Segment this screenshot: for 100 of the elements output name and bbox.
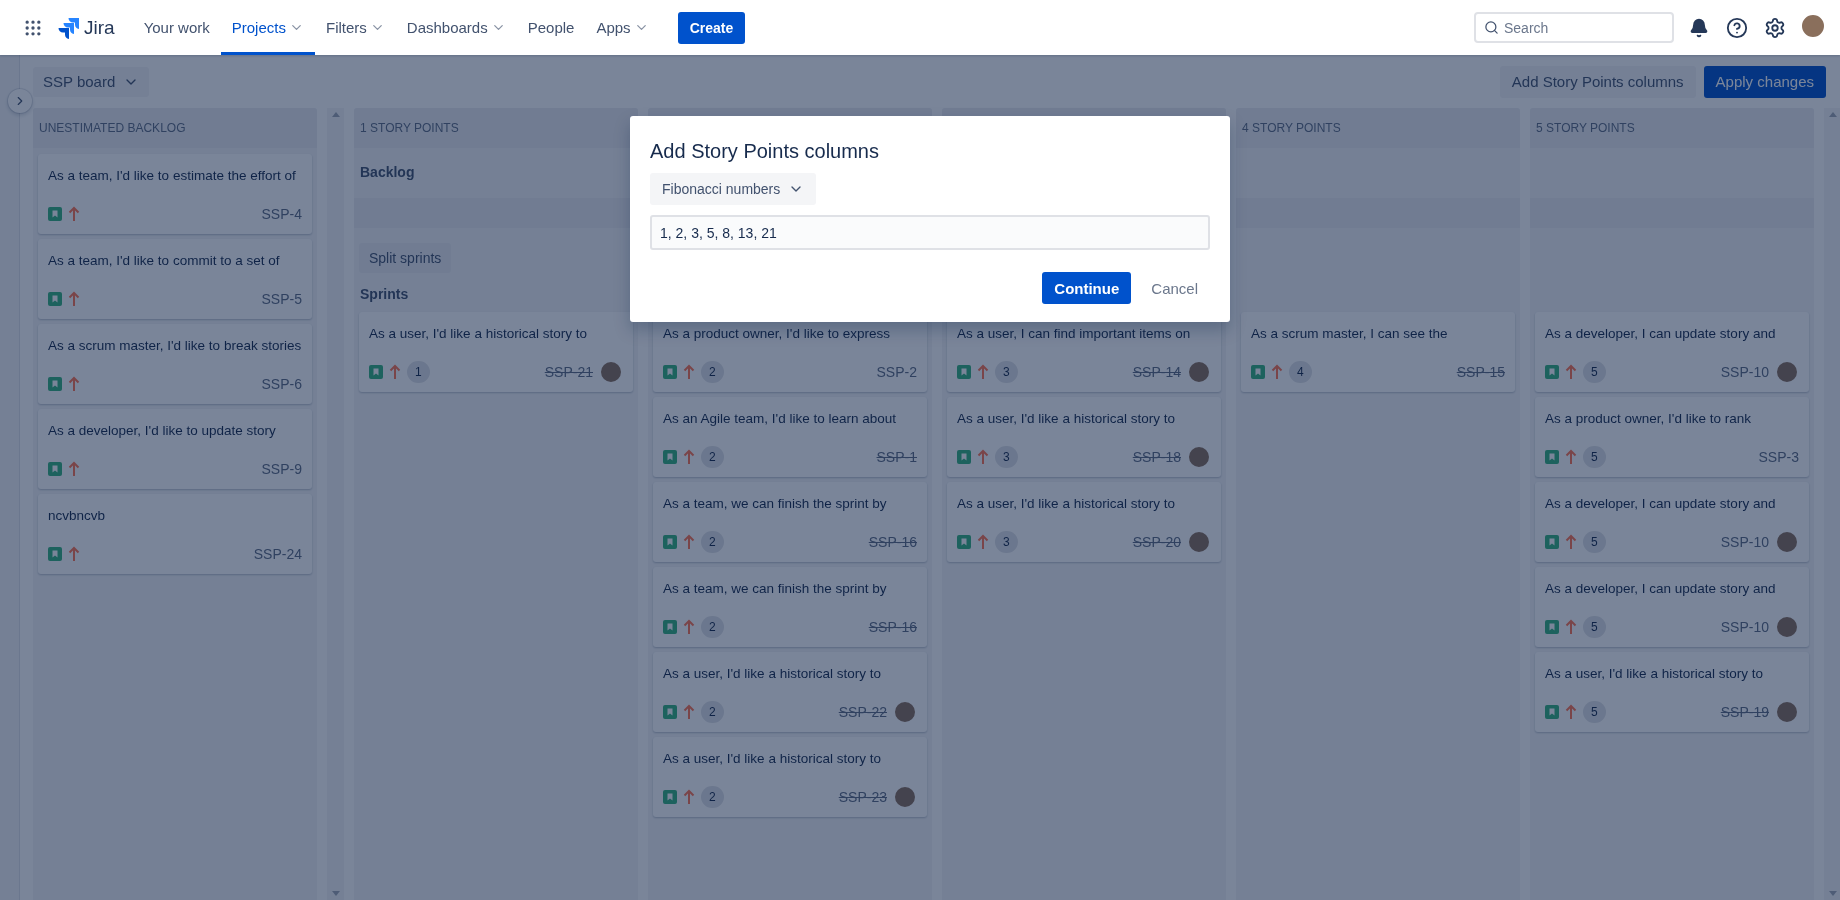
issue-summary: As a user, I can find important items on [957,326,1192,341]
issue-card[interactable]: ncvbncvb SSP-24 [38,494,312,574]
story-icon [957,450,971,464]
scale-select[interactable]: Fibonacci numbers [650,173,817,205]
column-title: 5 STORY POINTS [1536,121,1635,135]
issue-summary: As a team, I'd like to estimate the effort of [48,168,297,183]
issue-key: SSP-19 [1720,704,1769,720]
nav-item[interactable]: Your work [132,0,221,55]
issue-key: SSP-10 [1720,619,1769,635]
nav-item[interactable]: Apps [585,0,660,55]
issue-key: SSP-20 [1132,534,1181,550]
modal-button[interactable]: Cancel [1139,272,1210,304]
issue-card[interactable]: As a developer, I can update story and 5 SSP-10 [1535,312,1809,392]
scrollbar[interactable] [1824,108,1840,900]
issue-key: SSP-14 [1132,364,1181,380]
story-points-badge: 4 [1289,361,1312,383]
priority-arrow-up-icon [1565,704,1577,720]
priority-arrow-up-icon [683,534,695,550]
issue-key: SSP-18 [1132,449,1181,465]
issue-key: SSP-10 [1720,364,1769,380]
issue-summary: As an Agile team, I'd like to learn about [663,411,897,426]
column-title: UNESTIMATED BACKLOG [39,121,186,135]
issue-card[interactable]: As a team, I'd like to estimate the effort of SSP-4 [38,154,312,234]
priority-arrow-up-icon [683,789,695,805]
issue-card[interactable]: As a user, I'd like a historical story to 3 SSP-18 [947,397,1221,477]
priority-arrow-up-icon [1565,449,1577,465]
issue-summary: As a team, we can finish the sprint by [663,496,888,511]
story-icon [663,790,677,804]
values-input-field[interactable]: 1, 2, 3, 5, 8, 13, 21 [650,215,1210,250]
issue-card[interactable]: As a scrum master, I'd like to break stories SSP-6 [38,324,312,404]
issue-card[interactable]: As a product owner, I'd like to rank 5 SSP-3 [1535,397,1809,477]
story-points-badge: 2 [701,616,724,638]
priority-arrow-up-icon [68,461,80,477]
nav-item[interactable]: Filters [314,0,396,55]
issue-summary: As a user, I'd like a historical story to [957,411,1176,426]
story-points-badge: 5 [1583,446,1606,468]
issue-summary: As a user, I'd like a historical story to [957,496,1176,511]
issue-summary: As a user, I'd like a historical story to [369,326,588,341]
board-action-button[interactable]: Apply changes [1703,65,1826,98]
issue-summary: As a scrum master, I'd like to break stories [48,338,302,353]
scrollbar[interactable] [327,108,344,900]
story-icon [1545,535,1559,549]
modal-button[interactable]: Continue [1042,272,1132,304]
issue-summary: As a user, I'd like a historical story to [663,666,882,681]
story-icon [1545,620,1559,634]
story-icon [1251,365,1265,379]
story-points-badge: 2 [701,531,724,553]
story-icon [1545,365,1559,379]
section-title: Sprints [359,286,409,302]
priority-arrow-up-icon [977,364,989,380]
issue-card[interactable]: As a developer, I can update story and 5 SSP-10 [1535,567,1809,647]
board-selector[interactable]: SSP board [33,66,150,97]
logo-text[interactable]: Jira [84,16,115,39]
nav-item[interactable]: People [516,0,586,55]
issue-card[interactable]: As a user, I'd like a historical story to 2 SSP-23 [653,737,927,817]
story-icon [957,365,971,379]
priority-arrow-up-icon [683,619,695,635]
issue-card[interactable]: As a team, I'd like to commit to a set of SSP-5 [38,239,312,319]
story-icon [48,547,62,561]
story-points-badge: 5 [1583,531,1606,553]
issue-summary: As a developer, I can update story and [1545,326,1777,341]
issue-card[interactable]: As a developer, I can update story and 5 SSP-10 [1535,482,1809,562]
story-icon [663,450,677,464]
issue-key: SSP-10 [1720,534,1769,550]
issue-summary: As a developer, I can update story and [1545,581,1777,596]
nav-item[interactable]: Dashboards [395,0,517,55]
issue-key: SSP-6 [261,376,302,392]
board-action-button[interactable]: Add Story Points columns [1499,65,1696,98]
issue-key: SSP-22 [838,704,887,720]
issue-summary: As a team, we can finish the sprint by [663,581,888,596]
issue-card[interactable]: As a user, I'd like a historical story to 5 SSP-19 [1535,652,1809,732]
story-icon [663,620,677,634]
issue-key: SSP-1 [876,449,917,465]
issue-card[interactable]: As a user, I'd like a historical story to 1 SSP-21 [359,312,633,392]
priority-arrow-up-icon [683,364,695,380]
logo-icon [58,16,80,39]
column-title: 4 STORY POINTS [1242,121,1341,135]
create-button[interactable]: Create [677,11,746,44]
issue-summary: As a user, I'd like a historical story to [663,751,882,766]
priority-arrow-up-icon [683,704,695,720]
issue-card[interactable]: As a team, we can finish the sprint by 2 SSP-16 [653,482,927,562]
issue-summary: ncvbncvb [48,508,107,523]
story-points-badge: 5 [1583,616,1606,638]
priority-arrow-up-icon [1565,619,1577,635]
issue-card[interactable]: As a developer, I'd like to update story SSP-9 [38,409,312,489]
issue-card[interactable]: As an Agile team, I'd like to learn about 2 SSP-1 [653,397,927,477]
priority-arrow-up-icon [977,534,989,550]
search-field[interactable]: Search [1474,12,1674,43]
split-sprints-button[interactable]: Split sprints [359,243,452,273]
issue-card[interactable]: As a user, I'd like a historical story to 3 SSP-20 [947,482,1221,562]
column-title: 1 STORY POINTS [360,121,459,135]
issue-key: SSP-24 [253,546,302,562]
priority-arrow-up-icon [1565,534,1577,550]
story-points-badge: 2 [701,446,724,468]
issue-card[interactable]: As a team, we can finish the sprint by 2 SSP-16 [653,567,927,647]
story-points-badge: 5 [1583,701,1606,723]
issue-card[interactable]: As a scrum master, I can see the 4 SSP-15 [1241,312,1515,392]
issue-key: SSP-16 [868,619,917,635]
story-points-badge: 3 [995,361,1018,383]
issue-card[interactable]: As a user, I'd like a historical story to 2 SSP-22 [653,652,927,732]
